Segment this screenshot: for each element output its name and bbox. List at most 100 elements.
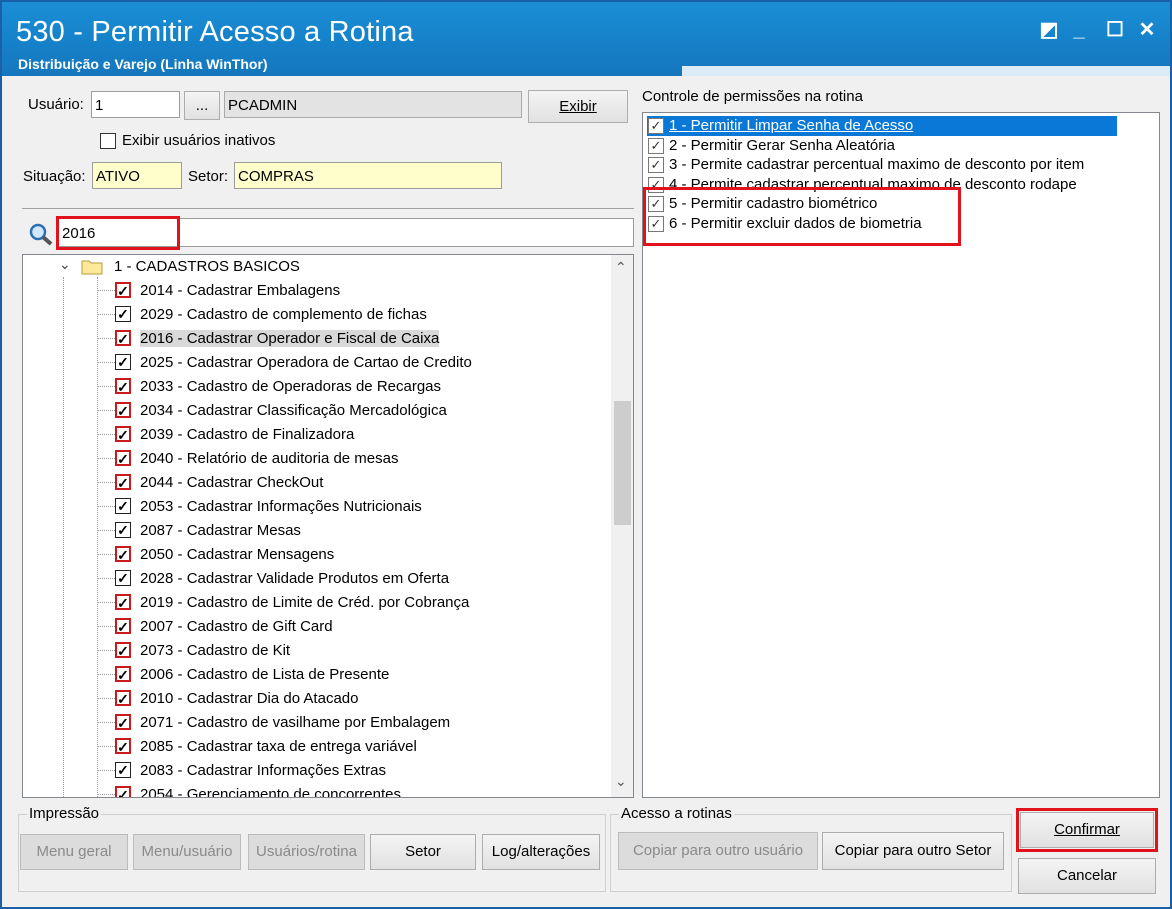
tree-item-checkbox[interactable]: ✓ <box>115 666 131 682</box>
exibir-button[interactable]: Exibir <box>528 90 628 123</box>
title-bar: 530 - Permitir Acesso a Rotina Distribui… <box>2 2 1170 76</box>
permission-label: 3 - Permite cadastrar percentual maximo … <box>669 156 1085 173</box>
separator <box>22 208 634 209</box>
tree-item-checkbox[interactable]: ✓ <box>115 498 131 514</box>
tree-connector <box>97 770 115 771</box>
permission-checkbox[interactable]: ✓ <box>648 176 664 193</box>
tree-connector <box>97 722 115 723</box>
tree-viewport: ⌄ 1 - CADASTROS BASICOS ✓ 2014 - Cadastra… <box>23 255 611 798</box>
situacao-field: ATIVO <box>92 162 182 189</box>
copy-to-setor-button[interactable]: Copiar para outro Setor <box>822 832 1004 870</box>
scroll-up-icon[interactable]: ⌃ <box>615 259 627 276</box>
folder-icon <box>81 260 103 275</box>
permissions-list[interactable]: ✓ 1 - Permitir Limpar Senha de Acesso ✓ 2 -… <box>642 112 1160 798</box>
scroll-down-icon[interactable]: ⌄ <box>615 773 627 790</box>
tree-item-checkbox[interactable]: ✓ <box>115 306 131 322</box>
tree-item-label: 2071 - Cadastro de vasilhame por Embalag… <box>140 714 451 731</box>
window-title: 530 - Permitir Acesso a Rotina <box>16 16 414 48</box>
maximize-icon[interactable]: ☐ <box>1102 18 1128 42</box>
tree-item-checkbox[interactable]: ✓ <box>115 738 131 754</box>
situacao-label: Situação: <box>23 168 86 185</box>
tree-item-checkbox[interactable]: ✓ <box>115 522 131 538</box>
minimize-icon[interactable]: _ <box>1066 18 1092 42</box>
tree-item-checkbox[interactable]: ✓ <box>115 378 131 394</box>
setor-button[interactable]: Setor <box>370 834 476 870</box>
copy-to-user-button[interactable]: Copiar para outro usuário <box>618 832 818 870</box>
tree-item-label: 2006 - Cadastro de Lista de Presente <box>140 666 390 683</box>
window-subtitle: Distribuição e Varejo (Linha WinThor) <box>18 56 268 72</box>
tree-item-label: 2016 - Cadastrar Operador e Fiscal de Ca… <box>140 330 440 347</box>
tree-item-checkbox[interactable]: ✓ <box>115 546 131 562</box>
tree-item-checkbox[interactable]: ✓ <box>115 450 131 466</box>
permission-checkbox[interactable]: ✓ <box>648 137 664 154</box>
tree-item-checkbox[interactable]: ✓ <box>115 330 131 346</box>
tree-item-label: 2040 - Relatório de auditoria de mesas <box>140 450 399 467</box>
permission-checkbox[interactable]: ✓ <box>648 157 664 173</box>
tree-item-checkbox[interactable]: ✓ <box>115 354 131 370</box>
acesso-title: Acesso a rotinas <box>619 805 734 822</box>
setor-label: Setor: <box>188 168 229 185</box>
tree-item-checkbox[interactable]: ✓ <box>115 594 131 610</box>
tree-item-checkbox[interactable]: ✓ <box>115 426 131 442</box>
tree-item-label: 2054 - Gerenciamento de concorrentes <box>140 786 401 798</box>
permission-item[interactable]: ✓ 3 - Permite cadastrar percentual maximo… <box>647 155 1117 175</box>
tree-connector <box>97 650 115 651</box>
tree-connector <box>97 626 115 627</box>
scrollbar-thumb[interactable] <box>614 401 631 525</box>
permission-label: 6 - Permitir excluir dados de biometria <box>669 214 922 232</box>
usuario-code-input[interactable]: 1 <box>91 91 180 118</box>
close-icon[interactable]: ✕ <box>1134 18 1160 42</box>
cancel-button[interactable]: Cancelar <box>1018 858 1156 894</box>
tree-connector <box>97 506 115 507</box>
tree-connector <box>97 434 115 435</box>
usuario-label: Usuário: <box>28 96 84 113</box>
tree-item-checkbox[interactable]: ✓ <box>115 642 131 658</box>
browse-user-button[interactable]: ... <box>184 91 220 120</box>
routine-tree[interactable]: ⌄ 1 - CADASTROS BASICOS ✓ 2014 - Cadastra… <box>22 254 634 798</box>
tree-item-checkbox[interactable]: ✓ <box>115 690 131 706</box>
tree-item-checkbox[interactable]: ✓ <box>115 714 131 730</box>
permission-label: 4 - Permite cadastrar percentual maximo … <box>669 175 1077 193</box>
menu-usuario-button[interactable]: Menu/usuário <box>133 834 241 870</box>
tree-scrollbar[interactable]: ⌃ ⌄ <box>611 255 633 797</box>
tree-item-checkbox[interactable]: ✓ <box>115 402 131 418</box>
tree-item-checkbox[interactable]: ✓ <box>115 786 131 797</box>
chevron-down-icon[interactable]: ⌄ <box>59 256 71 273</box>
log-alteracoes-button[interactable]: Log/alterações <box>482 834 600 870</box>
restore-icon[interactable]: ◩ <box>1036 18 1062 42</box>
search-input[interactable]: 2016 <box>58 218 634 247</box>
tree-connector <box>97 530 115 531</box>
tree-item-label: 2083 - Cadastrar Informações Extras <box>140 762 386 779</box>
permission-checkbox[interactable]: ✓ <box>648 118 664 134</box>
permission-item[interactable]: ✓ 2 - Permitir Gerar Senha Aleatória <box>647 136 1117 156</box>
usuarios-rotina-button[interactable]: Usuários/rotina <box>248 834 365 870</box>
tree-item-checkbox[interactable]: ✓ <box>115 474 131 490</box>
tree-item-label: 2039 - Cadastro de Finalizadora <box>140 426 355 443</box>
tree-connector <box>97 794 115 795</box>
menu-geral-button[interactable]: Menu geral <box>20 834 128 870</box>
tree-item-checkbox[interactable]: ✓ <box>115 570 131 586</box>
permission-checkbox[interactable]: ✓ <box>648 215 664 232</box>
impressao-title: Impressão <box>27 805 102 822</box>
permission-item[interactable]: ✓ 4 - Permite cadastrar percentual maximo… <box>647 175 1117 195</box>
tree-item-checkbox[interactable]: ✓ <box>115 618 131 634</box>
tree-item-checkbox[interactable]: ✓ <box>115 762 131 778</box>
permission-item[interactable]: ✓ 1 - Permitir Limpar Senha de Acesso <box>647 116 1117 136</box>
tree-connector <box>97 554 115 555</box>
tree-connector <box>97 602 115 603</box>
title-decoration <box>682 66 1170 76</box>
tree-guide-line <box>63 277 64 797</box>
permission-item[interactable]: ✓ 5 - Permitir cadastro biométrico <box>647 194 1117 214</box>
tree-item-label: 2019 - Cadastro de Limite de Créd. por C… <box>140 594 470 611</box>
permission-item[interactable]: ✓ 6 - Permitir excluir dados de biometria <box>647 214 1117 234</box>
permissions-title: Controle de permissões na rotina <box>642 88 863 105</box>
confirm-button[interactable]: Confirmar <box>1020 812 1154 848</box>
tree-item-label: 2028 - Cadastrar Validade Produtos em Of… <box>140 570 450 587</box>
permission-label: 2 - Permitir Gerar Senha Aleatória <box>669 136 895 154</box>
tree-connector <box>97 482 115 483</box>
tree-item-label: 2087 - Cadastrar Mesas <box>140 522 301 539</box>
permission-checkbox[interactable]: ✓ <box>648 196 664 212</box>
show-inactive-checkbox[interactable] <box>100 133 116 149</box>
tree-item-checkbox[interactable]: ✓ <box>115 282 131 298</box>
tree-item-label: 2029 - Cadastro de complemento de fichas <box>140 306 427 323</box>
